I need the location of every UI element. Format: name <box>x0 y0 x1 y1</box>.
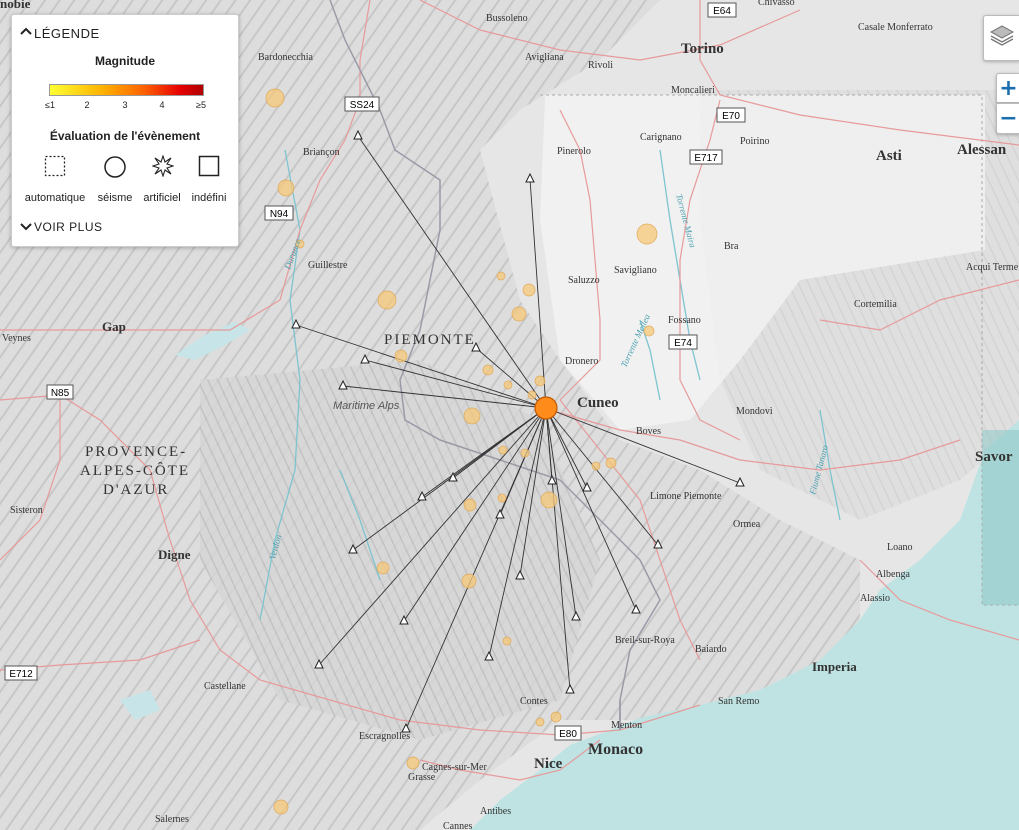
label-ormea: Ormea <box>733 519 761 530</box>
zoom-out-button[interactable]: − <box>996 103 1019 134</box>
label-salernes: Salernes <box>155 814 189 825</box>
label-avigliana: Avigliana <box>525 52 564 63</box>
magnitude-tick: 3 <box>122 100 128 110</box>
label-cannes: Cannes <box>443 821 473 830</box>
label-imperia: Imperia <box>812 659 857 674</box>
label-chivasso: Chivasso <box>758 0 795 8</box>
label-provence-3: D'AZUR <box>103 482 169 498</box>
label-fossano: Fossano <box>668 315 701 326</box>
label-pinerolo: Pinerolo <box>557 146 591 157</box>
label-castellane: Castellane <box>204 681 246 692</box>
label-poirino: Poirino <box>740 136 769 147</box>
label-rivoli: Rivoli <box>588 60 613 71</box>
label-alassio: Alassio <box>860 593 890 604</box>
magnitude-tick: ≥5 <box>196 100 206 110</box>
label-limone: Limone Piemonte <box>650 491 722 502</box>
zoom-in-button[interactable]: + <box>996 73 1019 103</box>
main-event-marker[interactable] <box>534 396 558 420</box>
label-monaco: Monaco <box>588 741 643 758</box>
shield-e70: E70 <box>722 111 740 122</box>
label-mondovi: Mondovì <box>736 406 773 417</box>
square-icon <box>198 155 220 182</box>
explosion-icon <box>151 154 175 182</box>
label-antibes: Antibes <box>480 806 511 817</box>
magnitude-tick: 2 <box>84 100 90 110</box>
label-asti: Asti <box>876 148 902 164</box>
legend-title[interactable]: LÉGENDE <box>34 26 100 41</box>
label-savona: Savor <box>975 449 1013 465</box>
layers-icon <box>989 23 1015 53</box>
shield-e74: E74 <box>674 338 692 349</box>
shield-e64: E64 <box>713 6 731 17</box>
shield-e712: E712 <box>9 669 33 680</box>
magnitude-title: Magnitude <box>95 54 155 68</box>
magnitude-tick: 4 <box>159 100 165 110</box>
circle-icon <box>103 155 127 184</box>
label-baiardo: Baiardo <box>695 644 727 655</box>
legend-panel: LÉGENDE Magnitude ≤1 2 3 4 ≥5 Évaluation… <box>11 14 239 247</box>
label-moncalieri: Moncalieri <box>671 85 715 96</box>
see-more-button[interactable]: VOIR PLUS <box>34 220 103 234</box>
label-nice: Nice <box>534 756 563 772</box>
label-alessandria: Alessan <box>957 142 1007 158</box>
label-albenga: Albenga <box>876 569 910 580</box>
label-guillestre: Guillestre <box>308 260 348 271</box>
label-san-remo: San Remo <box>718 696 759 707</box>
dashed-square-icon <box>44 155 66 182</box>
shield-n94: N94 <box>270 209 289 220</box>
magnitude-tick: ≤1 <box>45 100 55 110</box>
label-grasse: Grasse <box>408 772 436 783</box>
shield-ss24: SS24 <box>350 100 375 111</box>
label-bra: Bra <box>724 241 739 252</box>
label-saluzzo: Saluzzo <box>568 275 600 286</box>
shield-n85: N85 <box>51 388 70 399</box>
label-grenoble: nobie <box>0 0 31 11</box>
label-menton: Menton <box>611 720 642 731</box>
evaluation-title: Évaluation de l'évènement <box>49 129 201 143</box>
label-contes: Contes <box>520 696 548 707</box>
chevron-down-icon[interactable] <box>20 222 32 235</box>
label-digne: Digne <box>158 547 191 562</box>
label-escragnolles: Escragnolles <box>359 731 410 742</box>
label-bussoleno: Bussoleno <box>486 13 528 24</box>
symbol-label-earthquake: séisme <box>97 192 133 204</box>
label-boves: Boves <box>636 426 661 437</box>
label-cortemilia: Cortemilia <box>854 299 897 310</box>
label-dronero: Dronero <box>565 356 598 367</box>
label-torino: Torino <box>681 41 724 57</box>
label-briancon: Briançon <box>303 147 340 158</box>
label-casale: Casale Monferrato <box>858 22 933 33</box>
label-breil: Breil-sur-Roya <box>615 635 675 646</box>
symbol-label-undefined: indéfini <box>191 192 227 204</box>
label-cuneo: Cuneo <box>577 395 619 411</box>
label-sisteron: Sisteron <box>10 505 43 516</box>
symbol-label-artificial: artificiel <box>143 192 181 204</box>
label-piemonte: PIEMONTE <box>384 332 476 348</box>
label-carignano: Carignano <box>640 132 682 143</box>
chevron-up-icon[interactable] <box>20 26 32 39</box>
shield-e80: E80 <box>559 729 577 740</box>
label-bardonecchia: Bardonecchia <box>258 52 314 63</box>
label-loano: Loano <box>887 542 913 553</box>
symbol-label-automatic: automatique <box>24 192 86 204</box>
layers-button[interactable] <box>983 15 1019 61</box>
label-provence-2: ALPES-CÔTE <box>80 462 190 479</box>
label-provence-1: PROVENCE- <box>85 444 187 460</box>
label-veynes: Veynes <box>2 333 31 344</box>
label-maritime-alps: Maritime Alps <box>333 400 400 412</box>
magnitude-color-scale <box>49 84 204 96</box>
label-acqui-terme: Acqui Terme <box>966 262 1019 273</box>
shield-e717: E717 <box>694 153 718 164</box>
label-gap: Gap <box>102 319 126 334</box>
label-savigliano: Savigliano <box>614 265 657 276</box>
